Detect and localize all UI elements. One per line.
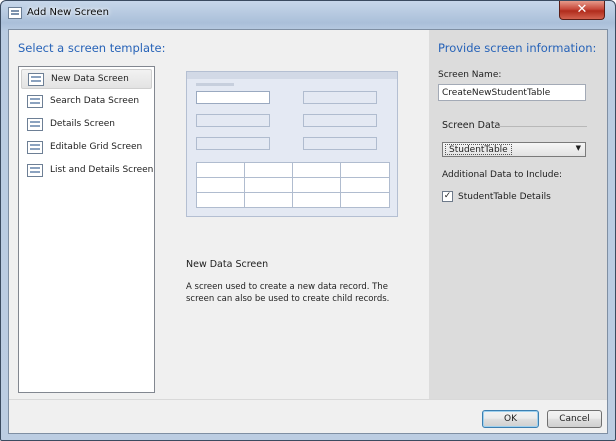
template-description-text: A screen used to create a new data recor… xyxy=(186,282,390,304)
student-table-details-label[interactable]: StudentTable Details xyxy=(458,192,551,202)
template-item-label: New Data Screen xyxy=(51,74,129,84)
template-item-label: List and Details Screen xyxy=(50,165,154,175)
template-item-list-and-details-screen[interactable]: List and Details Screen xyxy=(21,161,154,181)
close-button[interactable]: ✕ xyxy=(559,1,605,20)
new-data-screen-icon xyxy=(28,73,44,86)
template-item-label: Editable Grid Screen xyxy=(50,142,143,152)
search-data-screen-icon xyxy=(27,95,43,108)
preview-grid-cell xyxy=(245,163,293,178)
preview-grid-cell xyxy=(341,178,389,193)
preview-grid-cell xyxy=(197,163,245,178)
preview-grid-cell xyxy=(341,163,389,178)
screen-info-heading: Provide screen information: xyxy=(438,41,597,55)
template-item-new-data-screen[interactable]: New Data Screen xyxy=(21,69,152,89)
screen-name-label: Screen Name: xyxy=(438,70,502,80)
additional-data-label: Additional Data to Include: xyxy=(442,170,563,180)
title-bar[interactable]: Add New Screen ✕ xyxy=(1,1,615,27)
template-list[interactable]: New Data Screen Search Data Screen Detai… xyxy=(18,66,155,393)
template-description-title: New Data Screen xyxy=(186,259,269,270)
cancel-button[interactable]: Cancel xyxy=(547,410,602,428)
preview-grid-cell xyxy=(197,193,245,207)
preview-field xyxy=(303,114,377,127)
preview-grid-cell xyxy=(293,178,341,193)
preview-field xyxy=(196,137,270,150)
screen-data-selected-value: StudentTable xyxy=(445,144,512,155)
preview-title-line xyxy=(196,83,234,86)
list-and-details-screen-icon xyxy=(27,164,43,177)
dialog-window: Add New Screen ✕ Select a screen templat… xyxy=(0,0,616,441)
template-item-editable-grid-screen[interactable]: Editable Grid Screen xyxy=(21,138,152,158)
preview-field xyxy=(196,114,270,127)
preview-grid-cell xyxy=(293,163,341,178)
dropdown-arrow-icon[interactable]: ▼ xyxy=(576,144,581,152)
preview-field xyxy=(303,137,377,150)
template-item-label: Details Screen xyxy=(50,119,116,129)
template-heading: Select a screen template: xyxy=(18,41,166,55)
screen-data-separator xyxy=(498,126,587,127)
screen-data-select[interactable]: StudentTable ▼ xyxy=(442,142,586,157)
screen-data-label: Screen Data xyxy=(442,120,501,131)
preview-grid-cell xyxy=(293,193,341,207)
template-item-label: Search Data Screen xyxy=(50,96,140,106)
preview-grid-cell xyxy=(341,193,389,207)
preview-grid-cell xyxy=(197,178,245,193)
preview-grid-cell xyxy=(245,193,293,207)
template-item-details-screen[interactable]: Details Screen xyxy=(21,115,152,135)
screen-name-input[interactable]: CreateNewStudentTable xyxy=(438,84,586,101)
ok-button[interactable]: OK xyxy=(482,410,539,428)
template-preview xyxy=(186,71,398,217)
preview-grid-cell xyxy=(245,178,293,193)
editable-grid-screen-icon xyxy=(27,141,43,154)
preview-field xyxy=(303,91,377,104)
student-table-details-checkbox[interactable]: ✓ xyxy=(442,191,453,202)
app-icon xyxy=(8,7,22,19)
template-panel: Select a screen template: New Data Scree… xyxy=(9,30,429,399)
preview-header-bar xyxy=(187,72,397,79)
preview-field xyxy=(196,91,270,104)
window-title: Add New Screen xyxy=(27,7,109,18)
dialog-client-area: Select a screen template: New Data Scree… xyxy=(8,29,608,434)
details-screen-icon xyxy=(27,118,43,131)
preview-grid xyxy=(196,162,390,208)
template-item-search-data-screen[interactable]: Search Data Screen xyxy=(21,92,152,112)
